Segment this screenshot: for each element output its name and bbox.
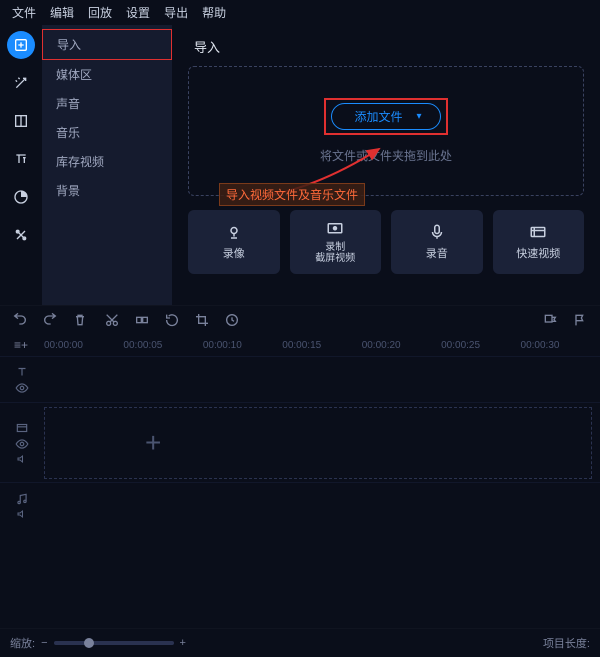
crop-tool-icon[interactable] <box>194 312 210 328</box>
card-camera[interactable]: 录像 <box>188 210 280 274</box>
screen-icon <box>326 220 344 238</box>
card-label: 录制截屏视频 <box>315 242 355 264</box>
main-panel: 导入 添加文件 ▾ 将文件或文件夹拖到此处 导入视频文件及音乐文件 录像 <box>172 25 600 305</box>
quick-icon <box>529 223 547 241</box>
ruler-tick: 00:00:25 <box>441 340 520 351</box>
ruler-tick: 00:00:00 <box>44 340 123 351</box>
flag-icon[interactable] <box>572 312 588 328</box>
zoom-knob[interactable] <box>84 638 94 648</box>
add-track-icon[interactable]: ≡+ <box>12 336 30 354</box>
tool-tools-icon[interactable] <box>7 221 35 249</box>
delete-icon[interactable] <box>72 312 88 328</box>
add-files-highlight: 添加文件 ▾ <box>324 98 447 135</box>
zoom-out-icon[interactable]: − <box>41 637 47 649</box>
eye-icon[interactable] <box>15 437 29 451</box>
eye-icon[interactable] <box>15 381 29 395</box>
card-label: 快速视频 <box>516 245 560 261</box>
zoom-slider[interactable] <box>54 641 174 645</box>
tool-sticker-icon[interactable] <box>7 183 35 211</box>
music-icon <box>15 492 29 506</box>
menu-bar: 文件 编辑 回放 设置 导出 帮助 <box>0 0 600 25</box>
cut-icon[interactable] <box>104 312 120 328</box>
ruler-tick: 00:00:20 <box>362 340 441 351</box>
sidebar-item-music[interactable]: 音乐 <box>42 118 172 147</box>
track-head <box>0 492 44 520</box>
menu-playback[interactable]: 回放 <box>82 2 118 23</box>
marker-icon[interactable] <box>542 312 558 328</box>
card-screen-record[interactable]: 录制截屏视频 <box>290 210 382 274</box>
menu-settings[interactable]: 设置 <box>120 2 156 23</box>
zoom-control: 缩放: − + <box>10 635 186 651</box>
track-text[interactable] <box>0 356 600 402</box>
timeline-tracks: + <box>0 356 600 528</box>
track-audio[interactable] <box>0 482 600 528</box>
add-files-label: 添加文件 <box>354 108 402 125</box>
timeline-ruler[interactable]: ≡+ 00:00:00 00:00:05 00:00:10 00:00:15 0… <box>0 334 600 356</box>
track-head <box>0 421 44 465</box>
tool-crop-icon[interactable] <box>7 107 35 135</box>
volume-icon[interactable] <box>16 508 28 520</box>
tool-import-icon[interactable] <box>7 31 35 59</box>
duration-label: 项目长度: <box>543 635 590 651</box>
track-video[interactable]: + <box>0 402 600 482</box>
sidebar-item-sound[interactable]: 声音 <box>42 89 172 118</box>
add-files-button[interactable]: 添加文件 ▾ <box>331 103 440 130</box>
menu-file[interactable]: 文件 <box>6 2 42 23</box>
card-audio-record[interactable]: 录音 <box>391 210 483 274</box>
tool-wand-icon[interactable] <box>7 69 35 97</box>
menu-edit[interactable]: 编辑 <box>44 2 80 23</box>
tool-text-icon[interactable] <box>7 145 35 173</box>
rotate-icon[interactable] <box>164 312 180 328</box>
sidebar-item-media[interactable]: 媒体区 <box>42 60 172 89</box>
track-head <box>0 365 44 395</box>
sidebar: 导入 媒体区 声音 音乐 库存视频 背景 <box>42 25 172 305</box>
text-icon <box>15 365 29 379</box>
ruler-tick: 00:00:05 <box>123 340 202 351</box>
split-icon[interactable] <box>134 312 150 328</box>
card-label: 录音 <box>426 245 448 261</box>
menu-export[interactable]: 导出 <box>158 2 194 23</box>
drop-hint: 将文件或文件夹拖到此处 <box>320 147 452 164</box>
ruler-tick: 00:00:30 <box>521 340 600 351</box>
clock-icon[interactable] <box>224 312 240 328</box>
action-cards: 录像 录制截屏视频 录音 快速视频 <box>188 210 584 274</box>
track-lane[interactable] <box>44 483 600 528</box>
timeline-toolbar <box>0 305 600 334</box>
ruler-tick: 00:00:15 <box>282 340 361 351</box>
track-lane[interactable]: + <box>44 407 592 479</box>
track-lane[interactable] <box>44 357 600 402</box>
mic-icon <box>428 223 446 241</box>
card-quick-video[interactable]: 快速视频 <box>493 210 585 274</box>
status-bar: 缩放: − + 项目长度: <box>0 628 600 657</box>
zoom-in-icon[interactable]: + <box>180 637 186 649</box>
main-title: 导入 <box>194 37 584 56</box>
volume-icon[interactable] <box>16 453 28 465</box>
drop-zone[interactable]: 添加文件 ▾ 将文件或文件夹拖到此处 导入视频文件及音乐文件 <box>188 66 584 196</box>
ruler-tick: 00:00:10 <box>203 340 282 351</box>
timeline-empty <box>0 528 600 628</box>
camera-icon <box>225 223 243 241</box>
sidebar-item-stock[interactable]: 库存视频 <box>42 147 172 176</box>
sidebar-item-background[interactable]: 背景 <box>42 176 172 205</box>
video-icon <box>15 421 29 435</box>
menu-help[interactable]: 帮助 <box>196 2 232 23</box>
tool-rail <box>0 25 42 305</box>
card-label: 录像 <box>223 245 245 261</box>
redo-icon[interactable] <box>42 312 58 328</box>
annotation-text: 导入视频文件及音乐文件 <box>219 183 365 206</box>
undo-icon[interactable] <box>12 312 28 328</box>
zoom-label: 缩放: <box>10 635 35 651</box>
sidebar-item-import[interactable]: 导入 <box>42 29 172 60</box>
chevron-down-icon[interactable]: ▾ <box>416 111 421 122</box>
